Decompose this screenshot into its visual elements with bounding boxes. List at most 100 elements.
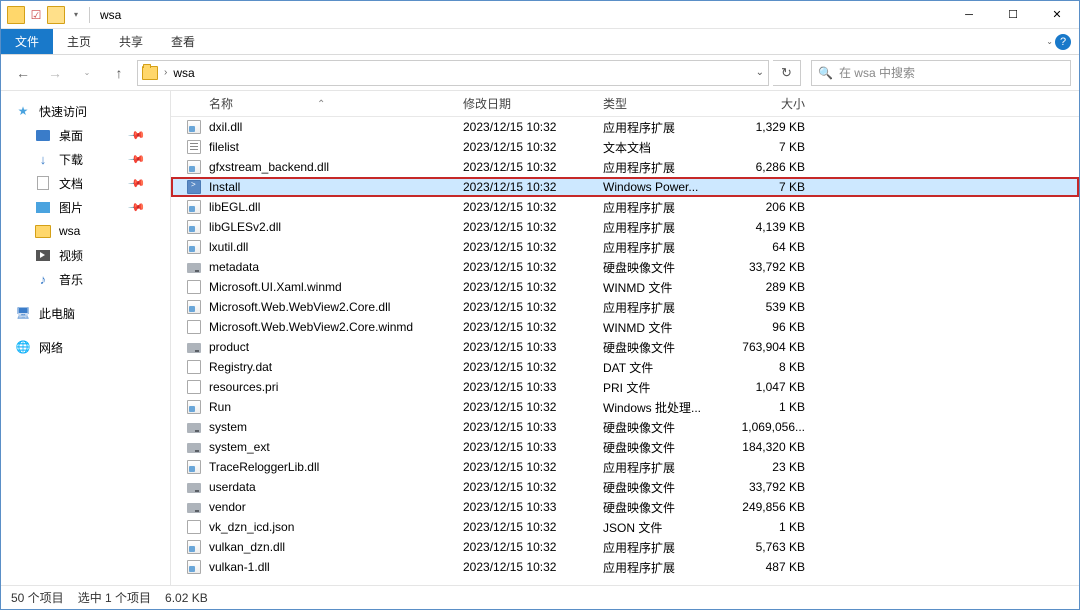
properties-icon[interactable]: ☑ [27, 6, 45, 24]
file-date: 2023/12/15 10:33 [463, 500, 603, 514]
sidebar-item-label: 视频 [59, 247, 83, 264]
history-dropdown[interactable]: ⌄ [73, 60, 101, 86]
pin-icon: 📌 [128, 150, 147, 169]
tab-share[interactable]: 共享 [105, 29, 157, 54]
file-icon [171, 200, 207, 214]
file-row[interactable]: Microsoft.UI.Xaml.winmd2023/12/15 10:32W… [171, 277, 1079, 297]
file-name: lxutil.dll [207, 240, 463, 254]
address-dropdown-icon[interactable]: ⌄ [756, 67, 764, 78]
tab-home[interactable]: 主页 [53, 29, 105, 54]
qat-dropdown-icon[interactable]: ▾ [67, 6, 85, 24]
minimize-button[interactable]: ─ [947, 1, 991, 29]
body: ★ 快速访问 桌面📌↓下载📌文档📌图片📌wsa 视频 ♪音乐 🖥 此电脑 🌐 网络 [1, 91, 1079, 585]
file-icon [171, 360, 207, 374]
column-name[interactable]: 名称 ⌃ [207, 95, 463, 112]
file-icon [171, 540, 207, 554]
sidebar-item-文档[interactable]: 文档📌 [1, 171, 170, 195]
file-row[interactable]: Registry.dat2023/12/15 10:32DAT 文件8 KB [171, 357, 1079, 377]
sidebar: ★ 快速访问 桌面📌↓下载📌文档📌图片📌wsa 视频 ♪音乐 🖥 此电脑 🌐 网络 [1, 91, 171, 585]
network-icon: 🌐 [15, 339, 31, 355]
file-name: resources.pri [207, 380, 463, 394]
file-date: 2023/12/15 10:33 [463, 380, 603, 394]
file-row[interactable]: Run2023/12/15 10:32Windows 批处理...1 KB [171, 397, 1079, 417]
file-row[interactable]: filelist2023/12/15 10:32文本文档7 KB [171, 137, 1079, 157]
tab-file[interactable]: 文件 [1, 29, 53, 54]
sidebar-item-视频[interactable]: 视频 [1, 243, 170, 267]
pin-icon: 📌 [128, 174, 147, 193]
file-type: 硬盘映像文件 [603, 439, 723, 456]
file-row[interactable]: metadata2023/12/15 10:32硬盘映像文件33,792 KB [171, 257, 1079, 277]
file-name: vk_dzn_icd.json [207, 520, 463, 534]
file-name: dxil.dll [207, 120, 463, 134]
file-name: vendor [207, 500, 463, 514]
sidebar-item-音乐[interactable]: ♪音乐 [1, 267, 170, 291]
file-size: 487 KB [723, 560, 813, 574]
forward-button[interactable]: → [41, 60, 69, 86]
navbar: ← → ⌄ ↑ › wsa ⌄ ↻ 🔍 在 wsa 中搜索 [1, 55, 1079, 91]
back-button[interactable]: ← [9, 60, 37, 86]
tab-view[interactable]: 查看 [157, 29, 209, 54]
file-icon [171, 460, 207, 474]
file-row[interactable]: system2023/12/15 10:33硬盘映像文件1,069,056... [171, 417, 1079, 437]
file-row[interactable]: vendor2023/12/15 10:33硬盘映像文件249,856 KB [171, 497, 1079, 517]
file-icon [171, 220, 207, 234]
breadcrumb[interactable]: wsa [173, 66, 194, 80]
file-row[interactable]: TraceReloggerLib.dll2023/12/15 10:32应用程序… [171, 457, 1079, 477]
file-row[interactable]: lxutil.dll2023/12/15 10:32应用程序扩展64 KB [171, 237, 1079, 257]
file-size: 5,763 KB [723, 540, 813, 554]
refresh-button[interactable]: ↻ [773, 60, 801, 86]
file-date: 2023/12/15 10:33 [463, 420, 603, 434]
file-row[interactable]: libEGL.dll2023/12/15 10:32应用程序扩展206 KB [171, 197, 1079, 217]
close-button[interactable]: ✕ [1035, 1, 1079, 29]
file-row[interactable]: product2023/12/15 10:33硬盘映像文件763,904 KB [171, 337, 1079, 357]
file-row[interactable]: system_ext2023/12/15 10:33硬盘映像文件184,320 … [171, 437, 1079, 457]
maximize-button[interactable]: ☐ [991, 1, 1035, 29]
file-row[interactable]: Install2023/12/15 10:32Windows Power...7… [171, 177, 1079, 197]
sidebar-item-图片[interactable]: 图片📌 [1, 195, 170, 219]
column-date[interactable]: 修改日期 [463, 95, 603, 112]
sidebar-item-下载[interactable]: ↓下载📌 [1, 147, 170, 171]
file-row[interactable]: vulkan_dzn.dll2023/12/15 10:32应用程序扩展5,76… [171, 537, 1079, 557]
sidebar-item-桌面[interactable]: 桌面📌 [1, 123, 170, 147]
sort-arrow-icon: ⌃ [317, 99, 325, 110]
file-size: 289 KB [723, 280, 813, 294]
window-title: wsa [94, 8, 121, 22]
sidebar-quick-access[interactable]: ★ 快速访问 [1, 99, 170, 123]
file-name: system_ext [207, 440, 463, 454]
new-folder-icon[interactable] [47, 6, 65, 24]
file-row[interactable]: resources.pri2023/12/15 10:33PRI 文件1,047… [171, 377, 1079, 397]
explorer-window: ☑ ▾ wsa ─ ☐ ✕ 文件 主页 共享 查看 ⌄ ? ← → ⌄ ↑ › … [0, 0, 1080, 610]
file-row[interactable]: dxil.dll2023/12/15 10:32应用程序扩展1,329 KB [171, 117, 1079, 137]
file-row[interactable]: Microsoft.Web.WebView2.Core.dll2023/12/1… [171, 297, 1079, 317]
search-input[interactable]: 🔍 在 wsa 中搜索 [811, 60, 1071, 86]
up-button[interactable]: ↑ [105, 60, 133, 86]
file-type: 应用程序扩展 [603, 119, 723, 136]
pin-icon: 📌 [128, 198, 147, 217]
file-icon [171, 240, 207, 254]
file-name: userdata [207, 480, 463, 494]
file-icon [171, 560, 207, 574]
file-type: 硬盘映像文件 [603, 479, 723, 496]
sidebar-item-wsa[interactable]: wsa [1, 219, 170, 243]
search-placeholder: 在 wsa 中搜索 [839, 64, 915, 81]
column-size[interactable]: 大小 [723, 95, 813, 112]
file-type: 硬盘映像文件 [603, 259, 723, 276]
column-label: 名称 [209, 97, 233, 111]
file-row[interactable]: libGLESv2.dll2023/12/15 10:32应用程序扩展4,139… [171, 217, 1079, 237]
ribbon-help[interactable]: ⌄ ? [1046, 29, 1071, 54]
folder-icon [35, 223, 51, 239]
file-icon [171, 441, 207, 453]
file-row[interactable]: Microsoft.Web.WebView2.Core.winmd2023/12… [171, 317, 1079, 337]
sidebar-network[interactable]: 🌐 网络 [1, 335, 170, 359]
file-name: Microsoft.Web.WebView2.Core.winmd [207, 320, 463, 334]
file-icon [171, 380, 207, 394]
file-icon [171, 280, 207, 294]
file-row[interactable]: vk_dzn_icd.json2023/12/15 10:32JSON 文件1 … [171, 517, 1079, 537]
column-type[interactable]: 类型 [603, 95, 723, 112]
file-row[interactable]: userdata2023/12/15 10:32硬盘映像文件33,792 KB [171, 477, 1079, 497]
file-row[interactable]: gfxstream_backend.dll2023/12/15 10:32应用程… [171, 157, 1079, 177]
address-bar[interactable]: › wsa ⌄ [137, 60, 769, 86]
file-row[interactable]: vulkan-1.dll2023/12/15 10:32应用程序扩展487 KB [171, 557, 1079, 577]
sidebar-this-pc[interactable]: 🖥 此电脑 [1, 301, 170, 325]
file-type: 应用程序扩展 [603, 539, 723, 556]
